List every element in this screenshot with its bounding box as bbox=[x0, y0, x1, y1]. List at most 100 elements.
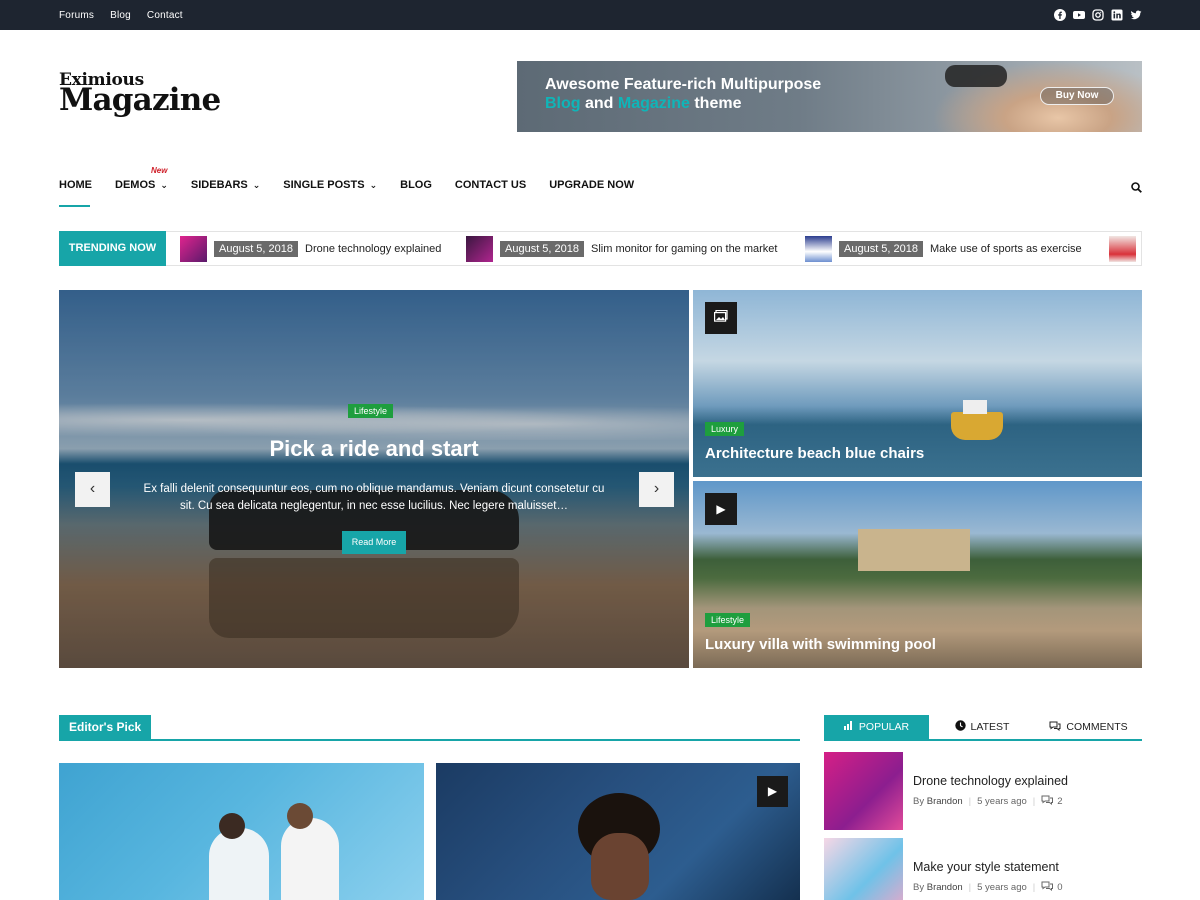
comment-count: 0 bbox=[1057, 882, 1063, 893]
editors-pick-card[interactable] bbox=[59, 763, 424, 900]
popular-post-thumb[interactable] bbox=[824, 752, 903, 830]
chevron-down-icon: ⌄ bbox=[252, 179, 261, 190]
main-nav: HOME DEMOS ⌄ New SIDEBARS ⌄ SINGLE POSTS ⌄ B… bbox=[59, 166, 657, 191]
nav-demos[interactable]: DEMOS ⌄ New bbox=[115, 166, 168, 191]
popular-post-thumb[interactable] bbox=[824, 838, 903, 900]
trending-title[interactable]: Slim monitor for gaming on the market bbox=[591, 243, 777, 255]
popular-post[interactable]: Drone technology explained By Brandon | … bbox=[824, 752, 1142, 830]
tab-latest[interactable]: LATEST bbox=[929, 715, 1035, 739]
comments-icon bbox=[1049, 721, 1061, 734]
site-logo-line2[interactable]: Magazine bbox=[59, 82, 221, 118]
card-title[interactable]: Architecture beach blue chairs bbox=[705, 445, 924, 462]
slider-next-button[interactable]: › bbox=[639, 472, 674, 507]
popular-post-meta: By Brandon | 5 years ago | 0 bbox=[913, 881, 1063, 894]
bar-chart-icon bbox=[843, 721, 854, 733]
comment-count: 2 bbox=[1057, 796, 1063, 807]
post-time: 5 years ago bbox=[977, 796, 1027, 807]
card-title[interactable]: Luxury villa with swimming pool bbox=[705, 636, 936, 653]
youtube-icon[interactable] bbox=[1073, 8, 1085, 20]
nav-home[interactable]: HOME bbox=[59, 179, 92, 191]
tab-comments-label: COMMENTS bbox=[1066, 721, 1128, 733]
trending-label: TRENDING NOW bbox=[59, 231, 166, 266]
trending-thumb[interactable] bbox=[1109, 236, 1136, 262]
header-ad-banner[interactable]: Awesome Feature-rich Multipurpose Blog a… bbox=[517, 61, 1142, 132]
card-palace-image bbox=[858, 529, 970, 571]
post-comments[interactable]: 0 bbox=[1041, 881, 1063, 894]
editors-pick-card[interactable]: ▶ bbox=[436, 763, 800, 900]
card-person-head bbox=[219, 813, 245, 839]
trending-date: August 5, 2018 bbox=[500, 241, 585, 257]
read-more-button[interactable]: Read More bbox=[342, 531, 406, 554]
hero-title[interactable]: Pick a ride and start bbox=[59, 436, 689, 462]
card-category-tag[interactable]: Luxury bbox=[705, 422, 745, 436]
play-icon[interactable]: ▶ bbox=[705, 493, 737, 525]
trending-bar: TRENDING NOW August 5, 2018 Drone techno… bbox=[59, 231, 1142, 266]
nav-sidebars[interactable]: SIDEBARS ⌄ bbox=[191, 179, 260, 191]
play-icon[interactable]: ▶ bbox=[757, 776, 788, 807]
nav-home-label: HOME bbox=[59, 179, 92, 191]
popular-post-title[interactable]: Drone technology explained bbox=[913, 774, 1068, 788]
nav-upgrade-now-label: UPGRADE NOW bbox=[549, 179, 635, 191]
post-time: 5 years ago bbox=[977, 882, 1027, 893]
banner-theme: theme bbox=[689, 95, 742, 112]
top-link-blog[interactable]: Blog bbox=[110, 10, 131, 21]
by-label: By bbox=[913, 882, 925, 893]
linkedin-icon[interactable] bbox=[1111, 8, 1123, 21]
trending-title[interactable]: Drone technology explained bbox=[305, 243, 441, 255]
trending-thumb bbox=[466, 236, 493, 262]
search-icon[interactable] bbox=[1131, 180, 1142, 193]
banner-highlight-blog: Blog bbox=[545, 95, 581, 112]
trending-date: August 5, 2018 bbox=[839, 241, 924, 257]
trending-item[interactable]: August 5, 2018 Make use of sports as exe… bbox=[805, 236, 1082, 262]
hero-category-tag[interactable]: Lifestyle bbox=[348, 404, 394, 418]
chevron-down-icon: ⌄ bbox=[160, 179, 168, 190]
card-person-face bbox=[591, 833, 649, 900]
nav-contact-us[interactable]: CONTACT US bbox=[455, 179, 526, 191]
trending-thumb bbox=[180, 236, 207, 262]
tab-latest-label: LATEST bbox=[970, 721, 1010, 733]
chevron-left-icon: ‹ bbox=[89, 480, 96, 497]
popular-post[interactable]: Make your style statement By Brandon | 5… bbox=[824, 838, 1142, 900]
trending-title[interactable]: Make use of sports as exercise bbox=[930, 243, 1082, 255]
facebook-icon[interactable] bbox=[1054, 8, 1066, 21]
popular-post-meta: By Brandon | 5 years ago | 2 bbox=[913, 795, 1063, 808]
hero-excerpt: Ex falli delenit consequuntur eos, cum n… bbox=[143, 483, 605, 512]
card-boat-image bbox=[951, 400, 1003, 440]
chevron-right-icon: › bbox=[653, 480, 660, 497]
tab-comments[interactable]: COMMENTS bbox=[1035, 715, 1142, 739]
top-link-contact[interactable]: Contact bbox=[147, 10, 183, 21]
tab-popular[interactable]: POPULAR bbox=[824, 715, 929, 739]
comments-icon bbox=[1041, 795, 1054, 808]
instagram-icon[interactable] bbox=[1092, 8, 1104, 21]
post-comments[interactable]: 2 bbox=[1041, 795, 1063, 808]
nav-blog[interactable]: BLOG bbox=[400, 179, 432, 191]
nav-upgrade-now[interactable]: UPGRADE NOW bbox=[549, 179, 634, 191]
trending-item[interactable]: August 5, 2018 Drone technology explaine… bbox=[180, 236, 441, 262]
clock-icon bbox=[954, 720, 966, 734]
featured-card[interactable]: ▶ Lifestyle Luxury villa with swimming p… bbox=[693, 481, 1142, 668]
twitter-icon[interactable] bbox=[1130, 8, 1142, 20]
slider-prev-button[interactable]: ‹ bbox=[75, 472, 110, 507]
card-category-tag[interactable]: Lifestyle bbox=[705, 613, 751, 627]
gallery-icon[interactable] bbox=[705, 302, 737, 334]
popular-post-title[interactable]: Make your style statement bbox=[913, 860, 1059, 874]
trending-thumb bbox=[805, 236, 832, 262]
top-link-forums[interactable]: Forums bbox=[59, 10, 94, 21]
nav-blog-label: BLOG bbox=[400, 179, 432, 191]
comments-icon bbox=[1041, 881, 1054, 894]
post-author[interactable]: Brandon bbox=[927, 882, 963, 893]
buy-now-button[interactable]: Buy Now bbox=[1040, 87, 1114, 105]
hero-overlay bbox=[59, 290, 689, 668]
nav-contact-us-label: CONTACT US bbox=[454, 179, 527, 191]
trending-date: August 5, 2018 bbox=[214, 241, 299, 257]
top-links: Forums Blog Contact bbox=[59, 0, 199, 30]
banner-and: and bbox=[580, 95, 618, 112]
banner-subline: Blog and Magazine theme bbox=[545, 95, 741, 113]
social-links bbox=[1054, 8, 1142, 21]
tabs-underline bbox=[824, 739, 1142, 741]
post-author[interactable]: Brandon bbox=[927, 796, 963, 807]
featured-card[interactable]: Luxury Architecture beach blue chairs bbox=[693, 290, 1142, 477]
nav-single-posts[interactable]: SINGLE POSTS ⌄ bbox=[283, 179, 377, 191]
trending-item[interactable]: August 5, 2018 Slim monitor for gaming o… bbox=[466, 236, 777, 262]
hero-slider[interactable]: Lifestyle Pick a ride and start Ex falli… bbox=[59, 290, 689, 668]
